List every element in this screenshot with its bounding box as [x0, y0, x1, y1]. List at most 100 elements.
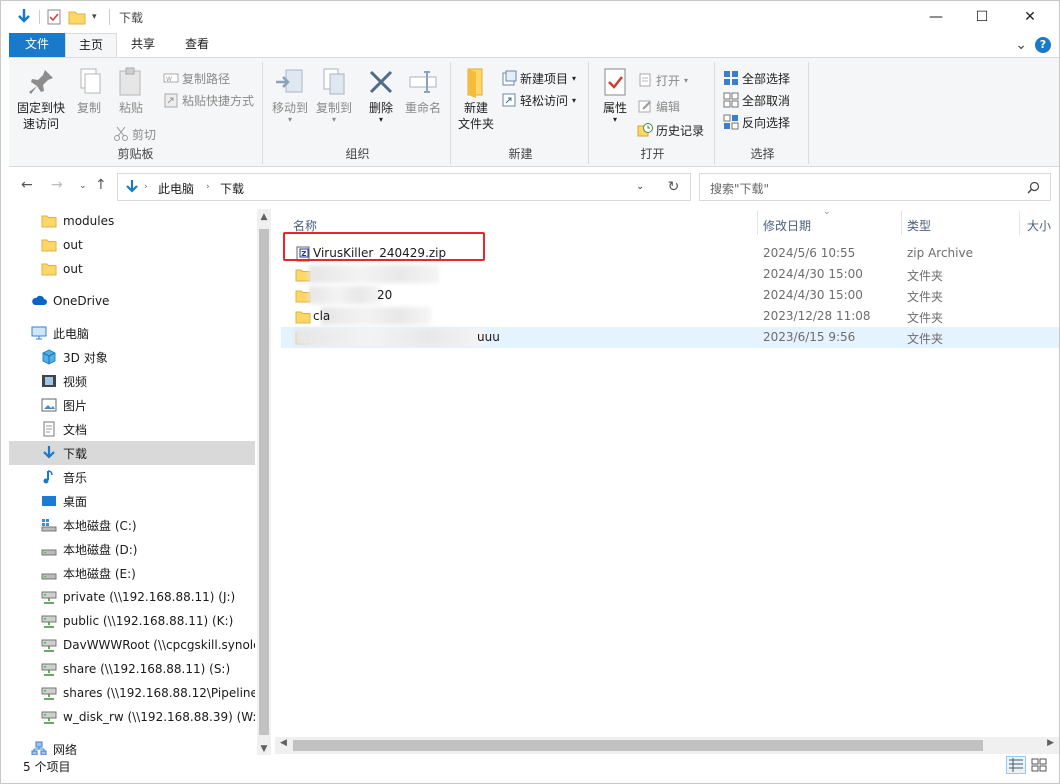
nav-item[interactable]: OneDrive [9, 289, 255, 313]
properties-button[interactable]: 属性 ▾ [597, 66, 633, 124]
music-icon [41, 469, 57, 485]
column-modified[interactable]: 修改日期 [763, 217, 811, 234]
help-icon[interactable]: ? [1035, 37, 1051, 53]
tab-file[interactable]: 文件 [9, 33, 65, 57]
nav-item[interactable]: 此电脑 [9, 321, 255, 345]
nav-item[interactable]: out [9, 233, 255, 257]
open-button[interactable]: 打开 ▾ [637, 70, 688, 90]
nav-item[interactable]: 本地磁盘 (E:) [9, 561, 255, 585]
file-type: 文件夹 [907, 332, 944, 346]
maximize-button[interactable]: ☐ [959, 1, 1005, 33]
organize-group: 移动到 ▾ 复制到 ▾ 删除 ▾ 重命名 组织 [265, 62, 451, 164]
nav-item[interactable]: 视频 [9, 369, 255, 393]
breadcrumb-separator-icon[interactable]: › [206, 182, 210, 192]
nav-item[interactable]: DavWWWRoot (\\cpcgskill.synolc [9, 633, 255, 657]
tab-home[interactable]: 主页 [65, 33, 117, 57]
nav-item[interactable]: out [9, 257, 255, 281]
nav-item[interactable]: 文档 [9, 417, 255, 441]
zip-file-icon: Z [295, 246, 311, 262]
edit-icon [638, 100, 651, 113]
nav-item[interactable]: public (\\192.168.88.11) (K:) [9, 609, 255, 633]
scroll-down-icon[interactable]: ▼ [257, 744, 271, 754]
column-type[interactable]: 类型 [907, 217, 931, 234]
back-arrow-icon[interactable]: ← [21, 177, 33, 193]
easy-access-button[interactable]: 轻松访问 ▾ [501, 90, 576, 110]
drive-icon [41, 541, 57, 557]
tab-share[interactable]: 共享 [119, 33, 167, 57]
collapse-ribbon-icon[interactable]: ⌄ [1015, 37, 1027, 53]
rename-icon [409, 71, 437, 93]
new-folder-quick-icon[interactable] [68, 9, 86, 25]
nav-item[interactable]: 3D 对象 [9, 345, 255, 369]
history-button[interactable]: 历史记录 [637, 120, 704, 140]
minimize-button[interactable]: — [913, 1, 959, 33]
recent-locations-icon[interactable]: ⌄ [79, 181, 87, 191]
large-icons-view-icon [1031, 758, 1047, 772]
move-to-button[interactable]: 移动到 ▾ [269, 66, 311, 124]
properties-quick-icon[interactable] [46, 9, 62, 25]
close-button[interactable]: ✕ [1007, 1, 1053, 33]
column-size[interactable]: 大小 [1027, 217, 1051, 234]
navigation-pane-scrollbar[interactable]: ▲ ▼ [257, 209, 271, 757]
nav-item[interactable]: 本地磁盘 (D:) [9, 537, 255, 561]
nav-item[interactable]: modules [9, 209, 255, 233]
select-none-button[interactable]: 全部取消 [723, 90, 790, 110]
file-row[interactable]: 20 2024/4/30 15:00 文件夹 [281, 285, 1059, 306]
edit-button[interactable]: 编辑 [637, 96, 680, 116]
file-row[interactable]: uuu 2023/6/15 9:56 文件夹 [281, 327, 1059, 348]
nav-item[interactable]: 图片 [9, 393, 255, 417]
nav-item[interactable]: 网络 [9, 737, 255, 757]
paste-button[interactable]: 粘贴 [111, 66, 151, 116]
nav-item[interactable]: 本地磁盘 (C:) [9, 513, 255, 537]
file-row[interactable]: 2024/4/30 15:00 文件夹 [281, 264, 1059, 285]
address-dropdown-icon[interactable]: ⌄ [636, 181, 644, 192]
paste-shortcut-button[interactable]: 粘贴快捷方式 [163, 90, 254, 110]
pin-quick-access-button[interactable]: 固定到快 速访问 [15, 66, 67, 132]
large-icons-view-button[interactable] [1029, 756, 1049, 774]
breadcrumb-downloads[interactable]: 下载 [220, 180, 244, 197]
quick-access-dropdown-icon[interactable]: ▾ [92, 12, 97, 22]
pictures-icon [41, 397, 57, 413]
nav-item-label: private (\\192.168.88.11) (J:) [63, 590, 236, 604]
nav-item[interactable]: private (\\192.168.88.11) (J:) [9, 585, 255, 609]
details-view-button[interactable] [1006, 756, 1026, 774]
redacted-name-blur [309, 265, 439, 283]
nav-item[interactable]: shares (\\192.168.88.12\PipelineS [9, 681, 255, 705]
nav-item[interactable]: 音乐 [9, 465, 255, 489]
file-name: 20 [377, 288, 393, 302]
svg-text:Z: Z [301, 250, 306, 258]
rename-button[interactable]: 重命名 [401, 66, 445, 116]
forward-arrow-icon[interactable]: → [51, 177, 63, 193]
scroll-up-icon[interactable]: ▲ [257, 212, 271, 222]
scroll-left-icon[interactable]: ◀ [280, 738, 287, 748]
copy-button[interactable]: 复制 [69, 66, 109, 116]
nav-item[interactable]: 下载 [9, 441, 255, 465]
search-box[interactable]: 搜索"下载" [699, 173, 1051, 201]
address-bar[interactable]: › 此电脑 › 下载 ⌄ [117, 173, 691, 201]
nav-item[interactable]: share (\\192.168.88.11) (S:) [9, 657, 255, 681]
select-none-label: 全部取消 [742, 93, 791, 108]
copy-to-button[interactable]: 复制到 ▾ [313, 66, 355, 124]
cut-button[interactable]: 剪切 [113, 124, 156, 144]
hscrollbar-thumb[interactable] [293, 740, 983, 751]
invert-selection-button[interactable]: 反向选择 [723, 112, 790, 132]
copy-path-button[interactable]: W 复制路径 [163, 68, 230, 88]
nav-item[interactable]: 桌面 [9, 489, 255, 513]
file-row[interactable]: Z VirusKiller_240429.zip 2024/5/6 10:55 zip… [281, 243, 1059, 264]
new-folder-button[interactable]: 新建 文件夹 [455, 66, 497, 132]
breadcrumb-this-pc[interactable]: 此电脑 [158, 180, 194, 197]
file-row[interactable]: cla 2023/12/28 11:08 文件夹 [281, 306, 1059, 327]
breadcrumb-separator-icon[interactable]: › [144, 182, 148, 192]
delete-button[interactable]: 删除 ▾ [363, 66, 399, 124]
network-drive-icon [41, 661, 57, 677]
scroll-right-icon[interactable]: ▶ [1047, 738, 1054, 748]
tab-view[interactable]: 查看 [173, 33, 221, 57]
refresh-button[interactable]: ↻ [657, 173, 691, 201]
file-list-hscrollbar[interactable]: ◀ ▶ [275, 737, 1059, 754]
up-arrow-icon[interactable]: ↑ [95, 177, 107, 193]
column-name[interactable]: 名称 [293, 217, 317, 234]
select-all-button[interactable]: 全部选择 [723, 68, 790, 88]
new-item-button[interactable]: 新建项目 ▾ [501, 68, 576, 88]
scrollbar-thumb[interactable] [259, 229, 269, 735]
nav-item[interactable]: w_disk_rw (\\192.168.88.39) (W:) [9, 705, 255, 729]
